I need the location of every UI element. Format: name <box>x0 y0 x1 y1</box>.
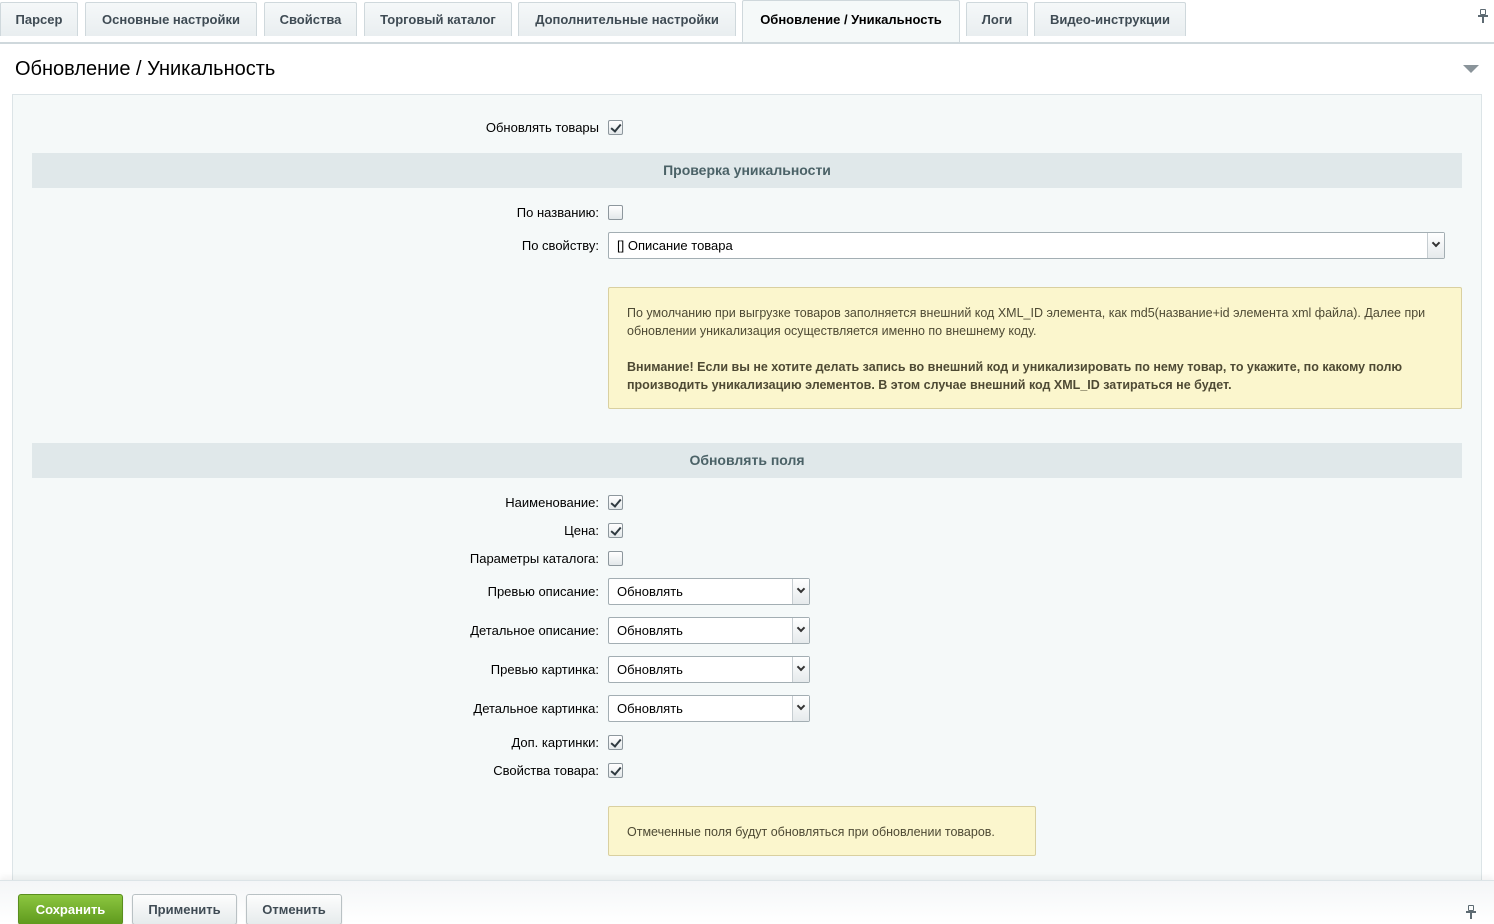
detail-picture-select[interactable]: Обновлять <box>608 695 810 722</box>
tab-logs[interactable]: Логи <box>966 2 1028 36</box>
settings-panel <box>12 94 1482 894</box>
tab-parser[interactable]: Парсер <box>0 2 78 36</box>
preview-picture-value: Обновлять <box>617 662 683 677</box>
pin-icon[interactable] <box>1465 905 1477 919</box>
uniqueness-note-text: По умолчанию при выгрузке товаров заполн… <box>627 306 1426 338</box>
chevron-down-icon <box>792 618 809 643</box>
name-checkbox[interactable] <box>608 495 623 510</box>
apply-button[interactable]: Применить <box>132 894 237 924</box>
update-goods-checkbox[interactable] <box>608 120 623 135</box>
more-pictures-checkbox[interactable] <box>608 735 623 750</box>
by-name-checkbox[interactable] <box>608 205 623 220</box>
by-property-label: По свойству: <box>521 238 599 253</box>
chevron-down-icon <box>1427 233 1444 258</box>
more-pictures-label: Доп. картинки: <box>511 735 599 750</box>
tab-trade-catalog[interactable]: Торговый каталог <box>364 2 512 36</box>
tab-main-settings[interactable]: Основные настройки <box>85 2 257 36</box>
detail-text-label: Детальное описание: <box>470 623 599 638</box>
tab-video-instructions[interactable]: Видео-инструкции <box>1034 2 1186 36</box>
update-goods-label: Обновлять товары <box>485 120 599 135</box>
tab-update-uniqueness[interactable]: Обновление / Уникальность <box>742 0 960 42</box>
uniqueness-note-warning: Внимание! Если вы не хотите делать запис… <box>627 360 1403 392</box>
page-title: Обновление / Уникальность <box>15 58 276 80</box>
by-property-value: [] Описание товара <box>617 238 733 253</box>
preview-text-value: Обновлять <box>617 584 683 599</box>
collapse-icon[interactable] <box>1463 65 1479 73</box>
name-label: Наименование: <box>505 495 599 510</box>
tab-bar: Парсер Основные настройки Свойства Торго… <box>0 0 1494 44</box>
save-button[interactable]: Сохранить <box>18 894 123 924</box>
price-label: Цена: <box>564 523 599 538</box>
section-uniqueness: Проверка уникальности <box>32 153 1462 188</box>
chevron-down-icon <box>792 579 809 604</box>
chevron-down-icon <box>792 657 809 682</box>
preview-picture-label: Превью картинка: <box>490 662 599 677</box>
detail-text-value: Обновлять <box>617 623 683 638</box>
uniqueness-note: По умолчанию при выгрузке товаров заполн… <box>608 287 1462 409</box>
footer-bar: Сохранить Применить Отменить <box>0 880 1494 924</box>
preview-text-select[interactable]: Обновлять <box>608 578 810 605</box>
price-checkbox[interactable] <box>608 523 623 538</box>
tab-additional-settings[interactable]: Дополнительные настройки <box>518 2 736 36</box>
properties-checkbox[interactable] <box>608 763 623 778</box>
catalog-params-checkbox[interactable] <box>608 551 623 566</box>
properties-label: Свойства товара: <box>493 763 599 778</box>
tab-properties[interactable]: Свойства <box>264 2 357 36</box>
cancel-button[interactable]: Отменить <box>246 894 342 924</box>
detail-text-select[interactable]: Обновлять <box>608 617 810 644</box>
preview-picture-select[interactable]: Обновлять <box>608 656 810 683</box>
detail-picture-value: Обновлять <box>617 701 683 716</box>
detail-picture-label: Детальное картинка: <box>473 701 599 716</box>
catalog-params-label: Параметры каталога: <box>469 551 599 566</box>
preview-text-label: Превью описание: <box>487 584 599 599</box>
section-update-fields: Обновлять поля <box>32 443 1462 478</box>
update-fields-note: Отмеченные поля будут обновляться при об… <box>608 806 1036 856</box>
chevron-down-icon <box>792 696 809 721</box>
by-name-label: По названию: <box>516 205 599 220</box>
pin-icon[interactable] <box>1477 9 1489 23</box>
update-fields-note-text: Отмеченные поля будут обновляться при об… <box>627 825 995 839</box>
by-property-select[interactable]: [] Описание товара <box>608 232 1445 259</box>
